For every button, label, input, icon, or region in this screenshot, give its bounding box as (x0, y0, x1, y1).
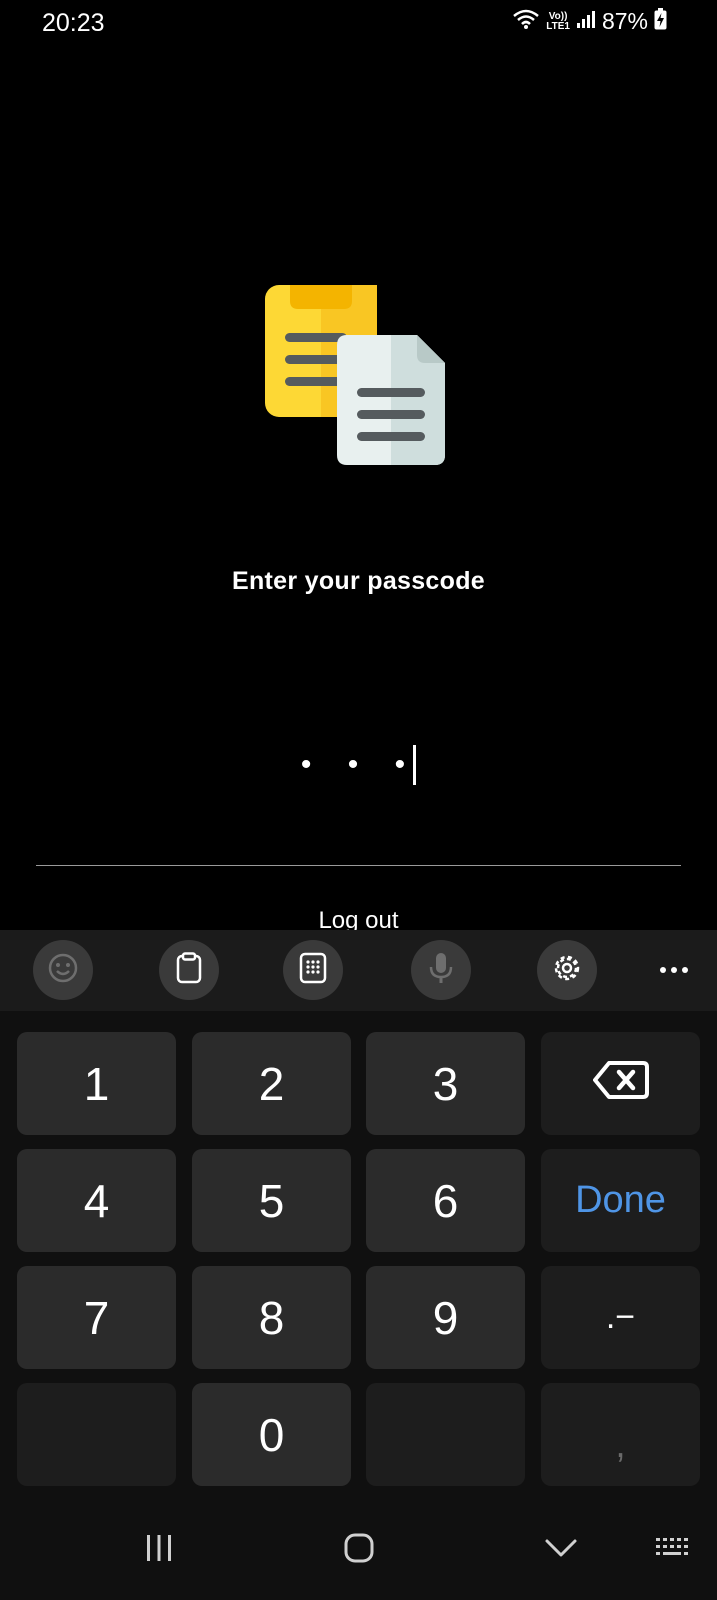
keyboard-switch-button[interactable] (650, 1522, 696, 1578)
key-5[interactable]: 5 (192, 1149, 351, 1252)
key-3[interactable]: 3 (366, 1032, 525, 1135)
voice-input-button[interactable] (411, 940, 471, 1000)
passcode-input[interactable]: • • • (0, 740, 717, 790)
signal-icon (576, 9, 596, 34)
keypad-button[interactable] (283, 940, 343, 1000)
blank-key (17, 1383, 176, 1486)
clipboard-button[interactable] (159, 940, 219, 1000)
key-0[interactable]: 0 (192, 1383, 351, 1486)
backspace-icon (592, 1057, 649, 1111)
comma-key[interactable]: , (541, 1383, 700, 1486)
recent-apps-button[interactable] (136, 1522, 182, 1578)
keyboard-settings-button[interactable] (537, 940, 597, 1000)
input-underline (36, 865, 681, 866)
more-options-button[interactable] (644, 940, 704, 1000)
blank-key (366, 1383, 525, 1486)
hide-keyboard-button[interactable] (538, 1522, 584, 1578)
chevron-down-icon (544, 1537, 578, 1564)
done-key[interactable]: Done (541, 1149, 700, 1252)
emoji-button[interactable] (33, 940, 93, 1000)
navigation-bar (0, 1502, 717, 1600)
settings-icon (551, 952, 583, 989)
key-9[interactable]: 9 (366, 1266, 525, 1369)
text-cursor (413, 745, 417, 785)
microphone-icon (427, 951, 455, 990)
status-time: 20:23 (42, 9, 105, 37)
recent-apps-icon (144, 1534, 174, 1567)
key-1[interactable]: 1 (17, 1032, 176, 1135)
app-logo (265, 285, 453, 475)
page-title: Enter your passcode (231, 567, 485, 595)
home-icon (343, 1532, 375, 1569)
status-bar: 20:23 Vo)) LTE1 87% (0, 0, 717, 48)
more-icon (659, 961, 689, 979)
emoji-icon (47, 952, 79, 989)
backspace-key[interactable] (541, 1032, 700, 1135)
clipboard-icon (174, 951, 204, 989)
key-7[interactable]: 7 (17, 1266, 176, 1369)
key-4[interactable]: 4 (17, 1149, 176, 1252)
status-icons: Vo)) LTE1 87% (512, 8, 667, 35)
dot-dash-key[interactable]: .− (541, 1266, 700, 1369)
key-8[interactable]: 8 (192, 1266, 351, 1369)
wifi-icon (512, 8, 540, 35)
battery-charging-icon (654, 8, 667, 35)
key-6[interactable]: 6 (366, 1149, 525, 1252)
network-type: Vo)) LTE1 (546, 10, 570, 32)
numeric-keypad: 1 2 3 4 5 6 Done 7 8 9 .− 0 , (0, 1011, 717, 1502)
keyboard-icon (654, 1536, 692, 1565)
passcode-masked-value: • • • (300, 748, 420, 781)
keypad-icon (298, 952, 328, 989)
key-2[interactable]: 2 (192, 1032, 351, 1135)
keyboard-toolbar (0, 930, 717, 1011)
home-button[interactable] (336, 1522, 382, 1578)
battery-percent: 87% (601, 8, 648, 34)
